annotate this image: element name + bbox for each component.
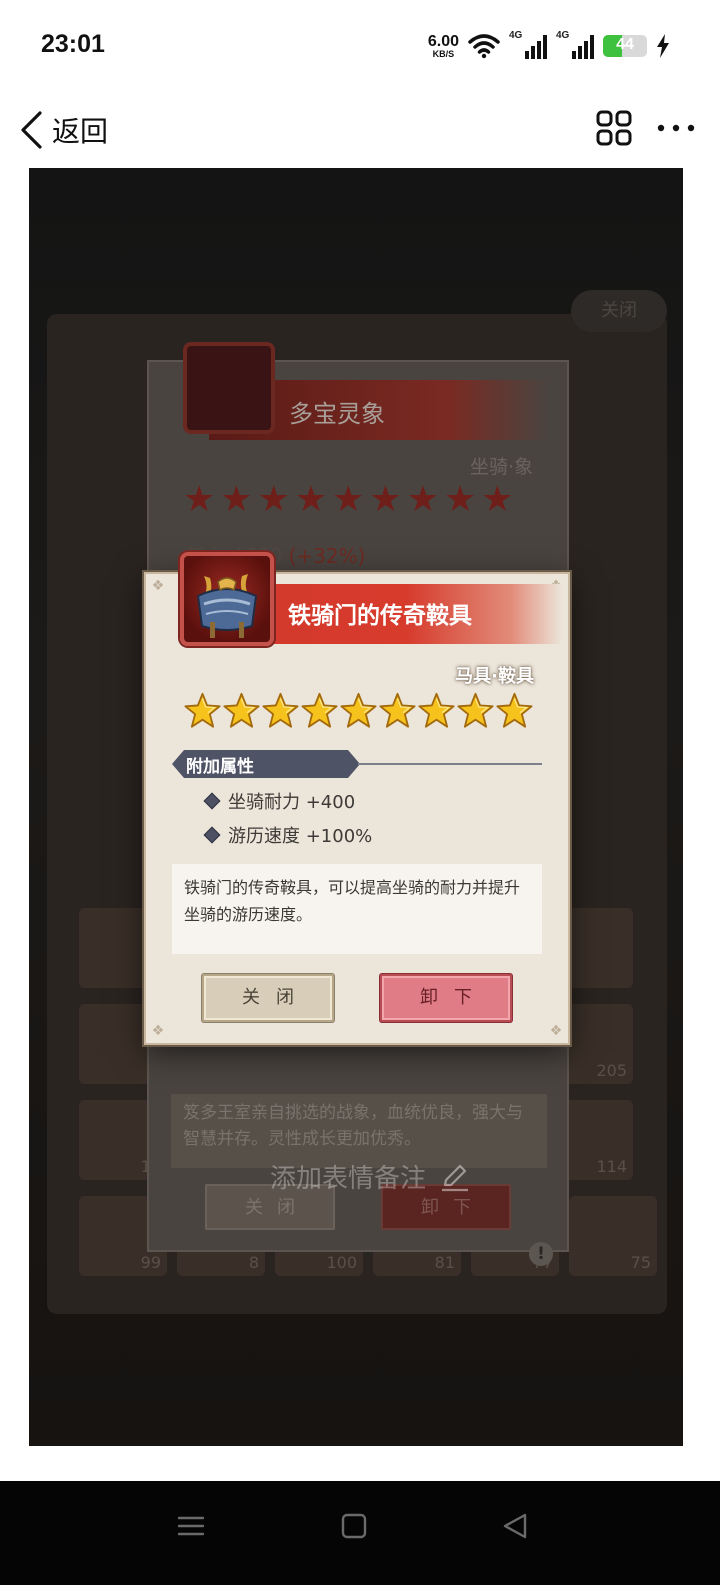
mount-description: 笈多王室亲自挑选的战象，血统优良，强大与智慧并存。灵性成长更加优秀。 bbox=[171, 1094, 547, 1168]
star-icon: ★ bbox=[369, 479, 402, 520]
net-speed-unit: KB/S bbox=[432, 48, 455, 59]
background-close-pill[interactable]: 关闭 bbox=[571, 290, 667, 332]
mount-subtitle: 坐骑·象 bbox=[469, 456, 533, 478]
tile-count: 81 bbox=[434, 1253, 455, 1272]
grid-icon[interactable] bbox=[596, 110, 632, 146]
back-triangle-icon[interactable] bbox=[500, 1511, 530, 1541]
star-icon bbox=[496, 692, 533, 729]
tile-count: 99 bbox=[140, 1253, 161, 1272]
item-detail-dialog: ❖ ❖ ❖ ❖ 铁骑门的传奇鞍具 马具·鞍具 附加属性 bbox=[144, 552, 570, 1045]
attribute-row: 游历速度 +100% bbox=[203, 822, 373, 848]
star-icon bbox=[184, 692, 221, 729]
mount-stat-bonus: (+32%) bbox=[288, 544, 366, 568]
item-title: 铁骑门的传奇鞍具 bbox=[288, 603, 472, 629]
chevron-left-icon bbox=[21, 111, 42, 149]
clock: 23:01 bbox=[41, 30, 105, 58]
tile-count: 8 bbox=[248, 1253, 259, 1272]
mount-title: 多宝灵象 bbox=[289, 400, 385, 428]
star-icon: ★ bbox=[220, 479, 253, 520]
star-icon bbox=[379, 692, 416, 729]
diamond-bullet-icon bbox=[203, 826, 221, 844]
star-icon bbox=[262, 692, 299, 729]
tile-count: 205 bbox=[596, 1061, 627, 1080]
star-icon bbox=[301, 692, 338, 729]
star-icon: ★ bbox=[257, 479, 290, 520]
star-icon: ★ bbox=[481, 479, 514, 520]
star-icon bbox=[223, 692, 260, 729]
star-icon: ★ bbox=[406, 479, 439, 520]
corner-ornament: ❖ bbox=[151, 578, 165, 594]
battery-icon: 44 bbox=[603, 35, 647, 57]
status-icons: 6.00 KB/S 4G 4G 44 bbox=[428, 30, 670, 62]
inventory-tile[interactable]: 75 bbox=[569, 1196, 657, 1276]
item-description: 铁骑门的传奇鞍具，可以提高坐骑的耐力并提升坐骑的游历速度。 bbox=[172, 864, 542, 954]
section-divider bbox=[358, 763, 542, 765]
nav-bar: 返回 bbox=[0, 92, 720, 168]
signal-icon-1: 4G bbox=[509, 30, 547, 59]
star-icon: ★ bbox=[332, 479, 365, 520]
signal-2-tag: 4G bbox=[556, 30, 570, 41]
system-navigation-bar bbox=[0, 1481, 720, 1585]
pencil-icon bbox=[442, 1164, 469, 1191]
attribute-text: 坐骑耐力 +400 bbox=[228, 792, 356, 813]
close-button[interactable]: 关闭 bbox=[202, 974, 334, 1022]
tile-count: 75 bbox=[630, 1253, 651, 1272]
elephant-icon bbox=[183, 342, 275, 434]
attribute-text: 游历速度 +100% bbox=[228, 826, 373, 847]
section-label: 附加属性 bbox=[186, 757, 254, 777]
more-icon[interactable] bbox=[656, 110, 696, 146]
menu-icon[interactable] bbox=[176, 1511, 206, 1541]
item-category: 马具·鞍具 bbox=[455, 666, 534, 687]
back-button[interactable]: 返回 bbox=[18, 104, 108, 156]
star-icon: ★ bbox=[294, 479, 328, 520]
status-bar: 23:01 6.00 KB/S 4G 4G 44 bbox=[0, 0, 720, 92]
charging-icon bbox=[657, 34, 669, 58]
signal-icon-2: 4G bbox=[556, 30, 594, 59]
tile-count: 100 bbox=[326, 1253, 357, 1272]
net-speed: 6.00 KB/S bbox=[427, 32, 459, 59]
wifi-icon bbox=[468, 34, 500, 59]
item-star-rating bbox=[184, 692, 533, 729]
attribute-row: 坐骑耐力 +400 bbox=[203, 788, 356, 814]
corner-ornament: ❖ bbox=[549, 1023, 563, 1039]
star-icon bbox=[340, 692, 377, 729]
star-icon: ★ bbox=[443, 479, 477, 520]
saddle-icon bbox=[180, 552, 274, 646]
mount-star-rating: ★ ★ ★ ★ ★ ★ ★ ★ ★ bbox=[183, 482, 514, 518]
game-screenshot: 关闭 39 205 13 114 99 8 100 81 77 75 多宝灵象 … bbox=[29, 168, 683, 1446]
star-icon: ★ bbox=[183, 479, 216, 520]
corner-ornament: ❖ bbox=[151, 1023, 165, 1039]
unload-button[interactable]: 卸下 bbox=[380, 974, 512, 1022]
signal-1-tag: 4G bbox=[509, 30, 523, 41]
info-icon[interactable]: ! bbox=[529, 1242, 553, 1266]
add-emoji-note-label: 添加表情备注 bbox=[270, 1164, 427, 1194]
back-label: 返回 bbox=[52, 115, 109, 148]
home-icon[interactable] bbox=[339, 1511, 369, 1541]
attributes-section-header: 附加属性 bbox=[172, 750, 542, 778]
add-emoji-note[interactable]: 添加表情备注 bbox=[270, 1158, 470, 1195]
net-speed-value: 6.00 bbox=[427, 32, 459, 50]
star-icon bbox=[457, 692, 494, 729]
battery-level: 44 bbox=[616, 36, 634, 53]
tile-count: 114 bbox=[596, 1157, 627, 1176]
star-icon bbox=[418, 692, 455, 729]
diamond-bullet-icon bbox=[203, 792, 221, 810]
